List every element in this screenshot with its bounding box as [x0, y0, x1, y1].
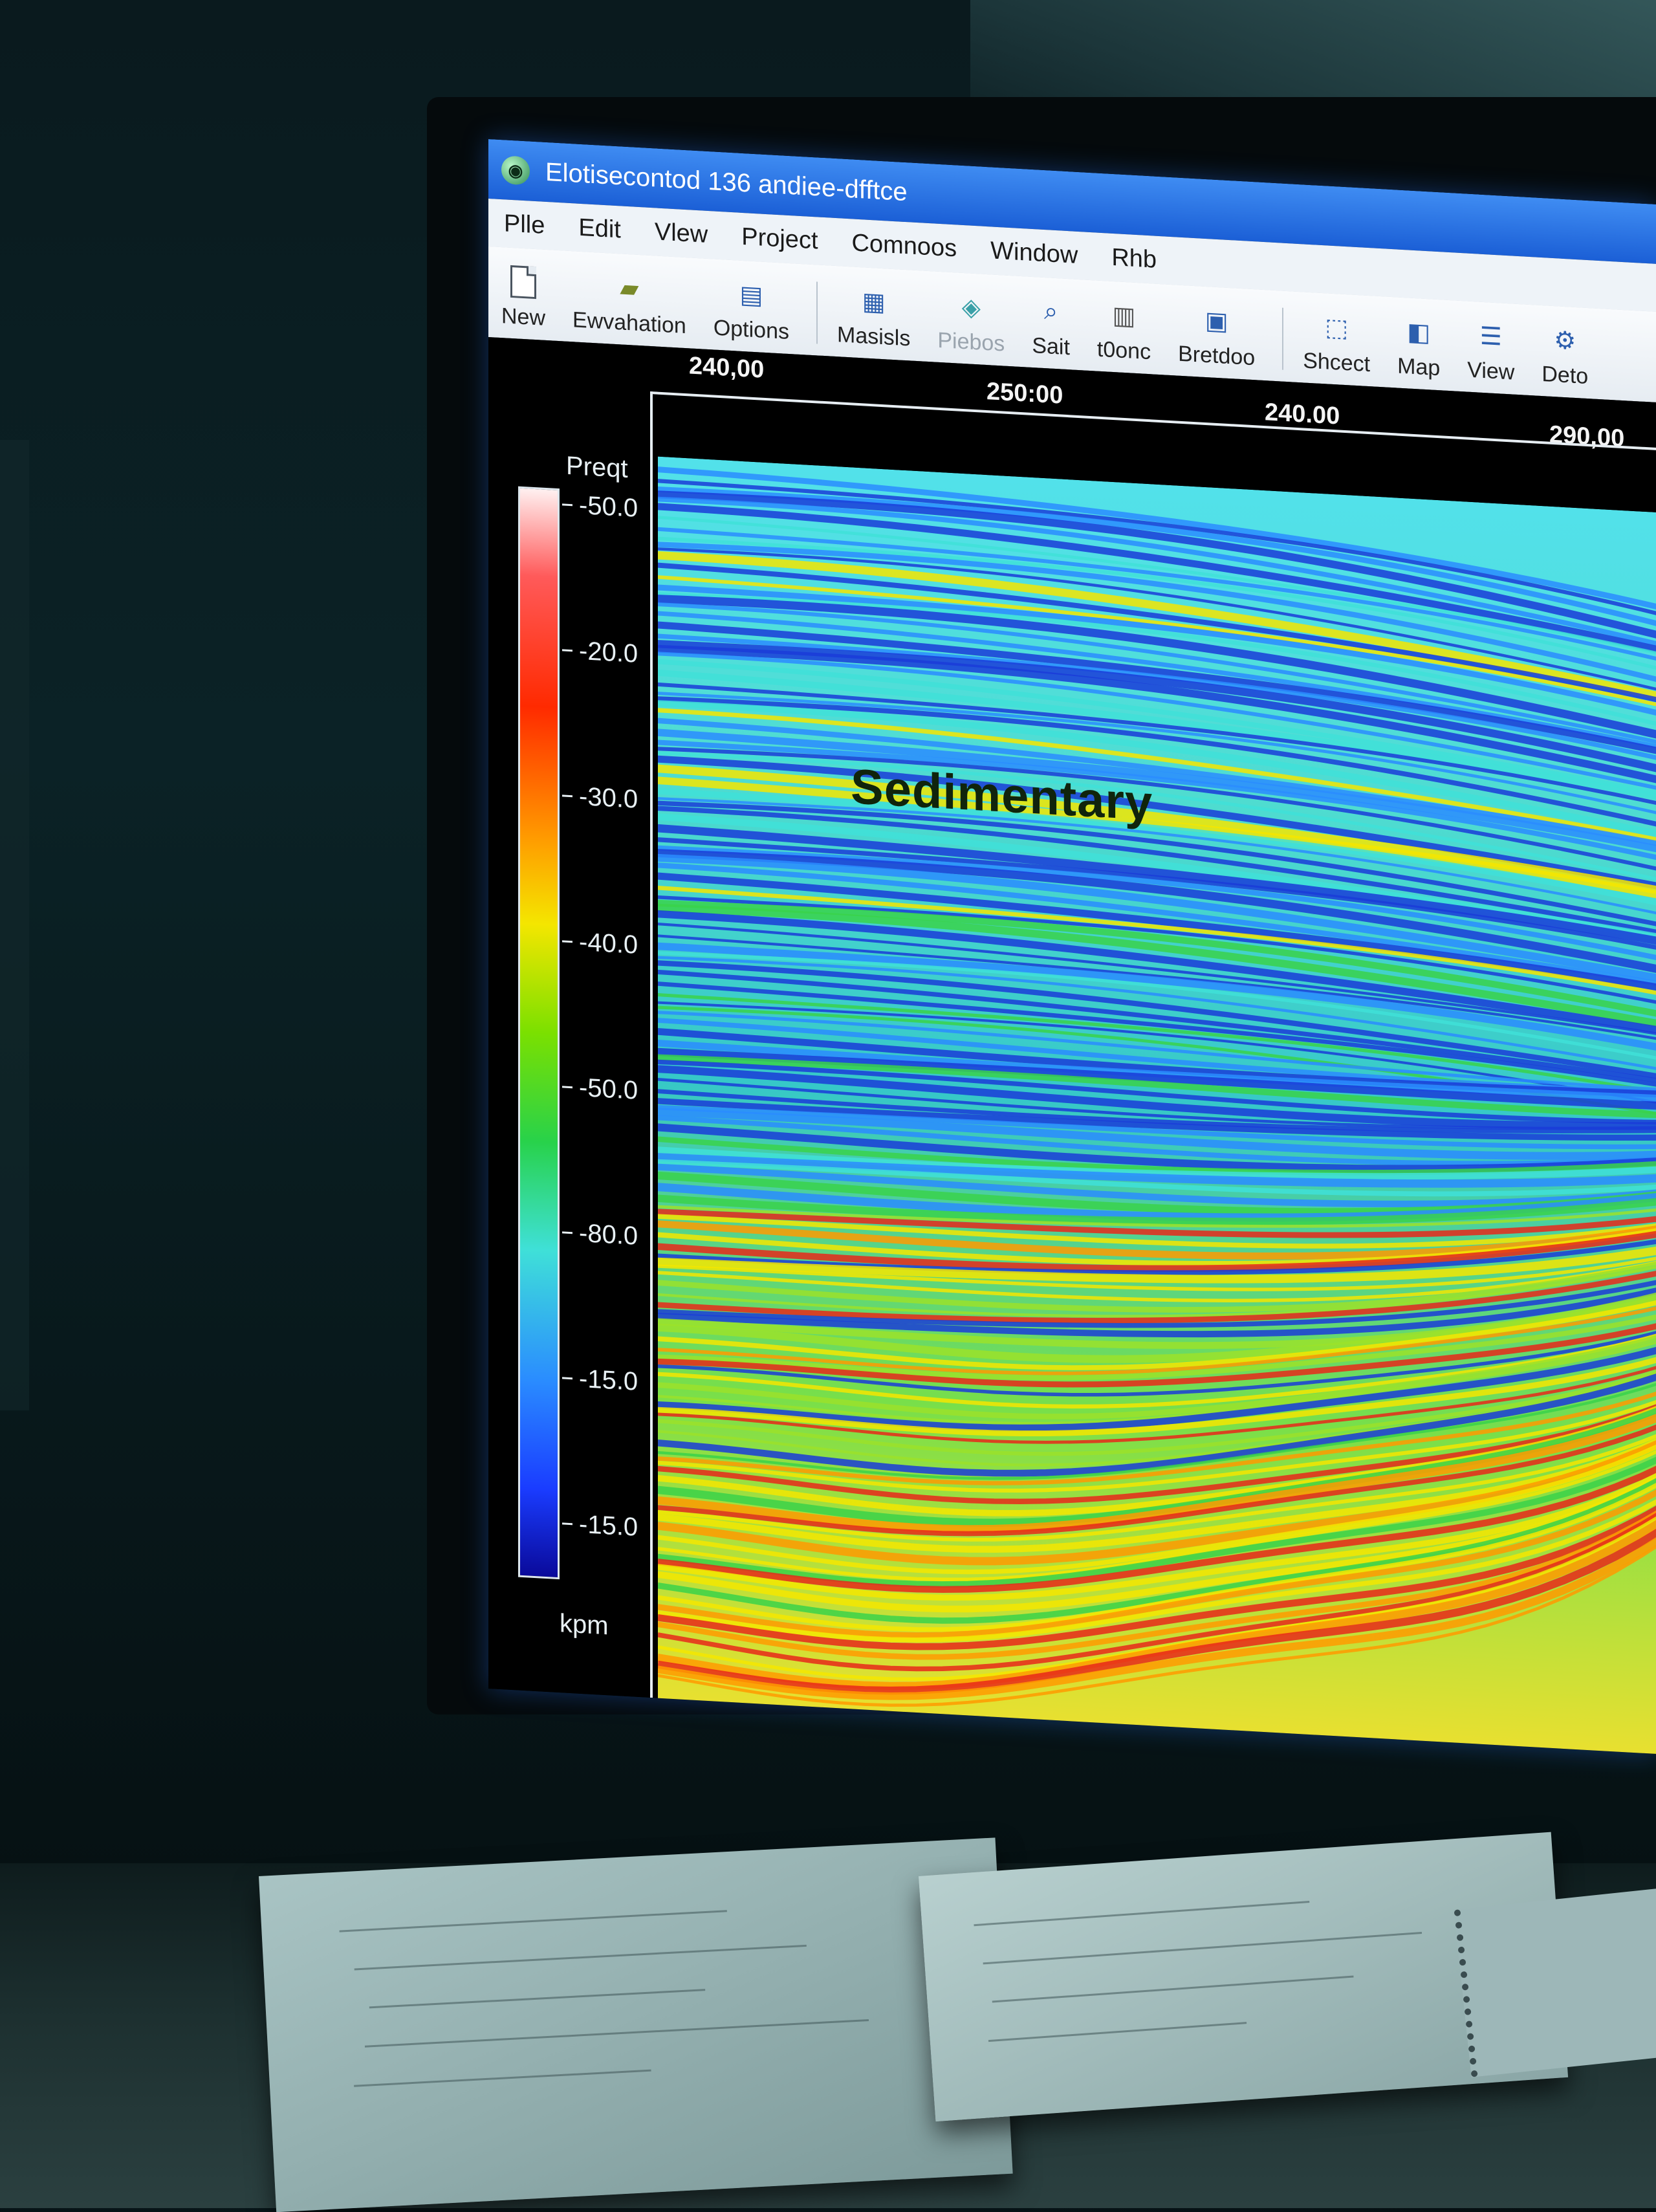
map-button[interactable]: ◧ Map	[1397, 315, 1440, 391]
piebos-label: Piebos	[937, 327, 1005, 356]
wall-panel	[0, 440, 29, 1410]
window-title: Elotisecontod 136 andiee-dfftce	[545, 157, 908, 206]
color-scale-tick: -20.0	[562, 635, 638, 669]
menu-file[interactable]: Plle	[504, 210, 545, 240]
gear-icon: ⚙	[1554, 326, 1576, 355]
sait-label: Sait	[1032, 333, 1070, 360]
seismic-view-area[interactable]: 240,00 250:00 240.00 290,00 Preqt -50.0 …	[488, 337, 1656, 1754]
toolbar-separator	[816, 281, 818, 344]
app-globe-icon: ◉	[501, 155, 530, 186]
options-label: Options	[713, 315, 789, 344]
new-label: New	[501, 303, 546, 331]
color-scale-bar	[518, 486, 560, 1580]
evaluation-label: Ewvahation	[572, 307, 686, 339]
deto-label: Deto	[1542, 362, 1589, 389]
toolbar-separator	[1282, 307, 1284, 370]
monitor-screen: ◉ Elotisecontod 136 andiee-dfftce Plle E…	[488, 139, 1656, 1754]
deto-button[interactable]: ⚙ Deto	[1542, 323, 1588, 399]
map-label: Map	[1397, 353, 1441, 381]
bretdoo-label: Bretdoo	[1178, 341, 1256, 371]
view-label: View	[1467, 357, 1515, 385]
select-button[interactable]: ⬚ Shcect	[1303, 309, 1370, 386]
spiral-notebook	[1454, 1882, 1656, 2077]
masisls-label: Masisls	[837, 322, 911, 351]
menu-commons[interactable]: Comnoos	[852, 229, 957, 263]
menu-window[interactable]: Window	[990, 237, 1078, 270]
sait-button[interactable]: ⌕ Sait	[1032, 294, 1070, 369]
toonc-label: t0onc	[1096, 336, 1151, 365]
image-icon: ▣	[1204, 307, 1228, 336]
color-scale-unit: kpm	[560, 1609, 609, 1641]
new-document-icon	[506, 265, 541, 300]
menu-help[interactable]: Rhb	[1111, 243, 1157, 274]
x-tick-label: 240,00	[689, 352, 765, 384]
piebos-button[interactable]: ◈ Piebos	[937, 289, 1005, 366]
grid-icon: ▦	[862, 287, 886, 316]
color-scale-tick: -80.0	[562, 1218, 638, 1251]
map-icon: ◧	[1407, 318, 1431, 347]
color-scale-title: Preqt	[566, 451, 628, 484]
view-button[interactable]: ☰ View	[1467, 319, 1514, 395]
toonc-button[interactable]: ▥ t0onc	[1097, 298, 1151, 375]
menu-view[interactable]: Vlew	[655, 218, 708, 249]
x-tick-label: 250:00	[986, 378, 1063, 410]
color-scale-tick: -50.0	[562, 490, 638, 523]
view-icon: ☰	[1479, 322, 1502, 351]
menu-edit[interactable]: Edit	[578, 214, 620, 244]
notebook	[259, 1837, 1013, 2212]
color-scale-tick: -50.0	[562, 1072, 638, 1106]
seismic-section-image	[658, 456, 1656, 1754]
zoom-icon: ⌕	[1043, 297, 1058, 325]
color-scale-tick: -15.0	[562, 1363, 638, 1397]
options-button[interactable]: ▤ Options	[714, 276, 789, 354]
select-icon: ⬚	[1325, 313, 1349, 342]
bretdoo-button[interactable]: ▣ Bretdoo	[1178, 303, 1255, 380]
color-scale-tick: -30.0	[562, 781, 638, 815]
new-button[interactable]: New	[501, 265, 545, 340]
evaluation-button[interactable]: ▰ Ewvahation	[572, 268, 686, 348]
select-label: Shcect	[1303, 348, 1371, 377]
options-icon: ▤	[739, 281, 763, 310]
color-scale-tick: -15.0	[562, 1509, 638, 1542]
grid-lines-icon: ▥	[1112, 301, 1136, 331]
color-scale-tick: -40.0	[562, 926, 638, 960]
masisls-button[interactable]: ▦ Masisls	[837, 283, 910, 360]
folder-icon: ▰	[620, 274, 639, 303]
menu-project[interactable]: Project	[741, 223, 818, 255]
layers-icon: ◈	[961, 293, 981, 322]
